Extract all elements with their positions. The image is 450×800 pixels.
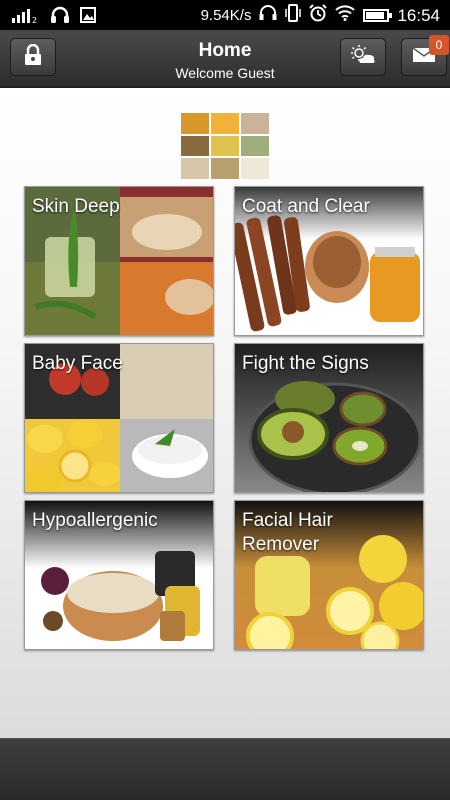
vibrate-icon [285, 4, 302, 27]
tile-fight-the-signs[interactable]: Fight the Signs [234, 343, 424, 493]
tile-baby-face[interactable]: Baby Face [24, 343, 214, 493]
bottom-bar [0, 738, 450, 800]
status-bar: 2 9.54K/s 16:54 [0, 0, 450, 30]
tile-skin-deep[interactable]: Skin Deep [24, 186, 214, 336]
tile-label: Skin Deep [32, 196, 120, 217]
tile-coat-and-clear[interactable]: Coat and Clear [234, 186, 424, 336]
tile-hypoallergenic[interactable]: Hypoallergenic [24, 500, 214, 650]
svg-text:2: 2 [32, 16, 37, 23]
battery-icon [363, 9, 393, 22]
app-logo [180, 112, 270, 180]
image-icon [80, 7, 96, 28]
network-speed: 9.54K/s [200, 7, 252, 24]
clock: 16:54 [397, 5, 440, 25]
weather-button[interactable] [340, 38, 386, 76]
headset-icon [259, 5, 277, 26]
tile-label: Hypoallergenic [32, 510, 158, 531]
tile-facial-hair-remover[interactable]: Facial Hair Remover [234, 500, 424, 650]
alarm-icon [309, 4, 328, 27]
main-content: Skin Deep Coat and Clear Baby Face Fight… [0, 88, 450, 738]
tile-label: Baby Face [32, 353, 123, 374]
headphones-icon [50, 6, 70, 29]
signal-icon: 2 [12, 7, 40, 28]
messages-button[interactable]: 0 [401, 35, 449, 76]
tile-label: Coat and Clear [242, 196, 370, 217]
tile-label: Fight the Signs [242, 353, 369, 374]
app-header: Home Welcome Guest 0 [0, 30, 450, 88]
wifi-icon [335, 5, 356, 26]
tile-label: Facial Hair Remover [242, 510, 333, 555]
weather-icon [349, 44, 377, 71]
mail-count-badge: 0 [429, 35, 449, 55]
